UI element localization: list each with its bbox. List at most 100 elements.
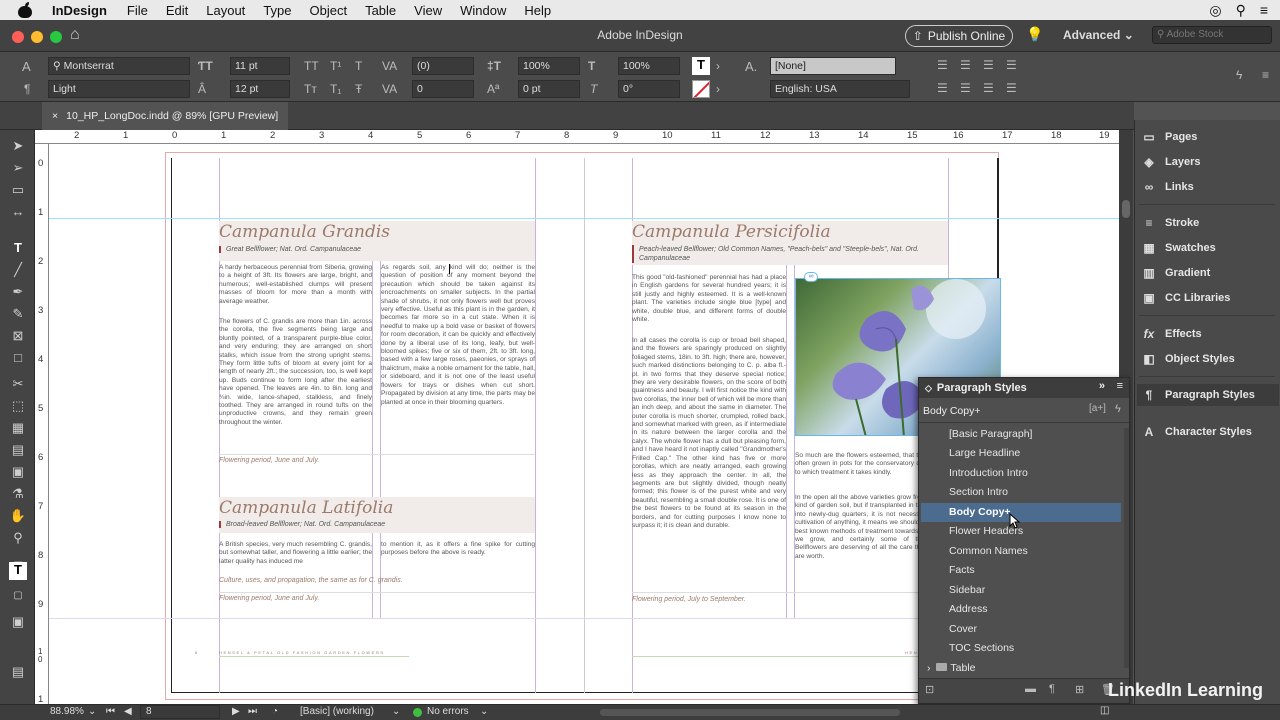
all-caps-icon[interactable]: TT [304, 59, 319, 73]
panel-paragraph-styles[interactable]: ¶ Paragraph Styles [1137, 384, 1279, 406]
menu-file[interactable]: File [127, 3, 148, 18]
vertical-ruler[interactable]: 0 1 2 3 4 5 6 7 8 9 1 0 1 [35, 144, 49, 705]
menu-view[interactable]: View [414, 3, 442, 18]
gradient-feather-tool-icon[interactable]: ▤ [9, 442, 27, 460]
menu-help[interactable]: Help [524, 3, 551, 18]
close-tab-icon[interactable]: × [52, 110, 58, 122]
justify-center-icon[interactable]: ☰ [960, 81, 971, 95]
style-sidebar[interactable]: Sidebar [921, 581, 1121, 600]
common-names[interactable]: Great Bellflower; Nat. Ord. Campanulacea… [219, 246, 519, 253]
clear-overrides-icon[interactable]: ¶ [1049, 683, 1055, 695]
selection-tool-icon[interactable]: ➤ [9, 138, 27, 156]
style-large-headline[interactable]: Large Headline [921, 444, 1121, 463]
panel-swatches[interactable]: ▦ Swatches [1141, 237, 1215, 259]
collapse-icon[interactable]: ◇ [925, 383, 932, 394]
style-group-table[interactable]: › Table [921, 659, 1121, 678]
body-text[interactable]: As regards soil, any kind will do; neith… [381, 264, 535, 440]
menu-object[interactable]: Object [310, 3, 348, 18]
last-page-icon[interactable]: ⏭ [248, 706, 257, 717]
style-introduction-intro[interactable]: Introduction Intro [921, 464, 1121, 483]
strikethrough-icon[interactable]: Ŧ [355, 82, 362, 96]
publish-online-button[interactable]: ⇧ Publish Online [905, 25, 1013, 47]
preflight-status-label[interactable]: No errors [427, 706, 469, 717]
eyedropper-tool-icon[interactable]: ⚗ [9, 486, 27, 504]
note-tool-icon[interactable]: ▣ [9, 464, 27, 482]
common-names[interactable]: Broad-leaved Bellflower; Nat. Ord. Campa… [219, 521, 519, 528]
flowering-period[interactable]: Flowering period, June and July. [219, 457, 319, 464]
common-names[interactable]: Peach-leaved Bellflower; Old Common Name… [632, 245, 942, 263]
gap-tool-icon[interactable]: ↔ [9, 204, 27, 222]
style-toc-sections[interactable]: TOC Sections [921, 639, 1121, 658]
document-tab[interactable]: × 10_HP_LongDoc.indd @ 89% [GPU Preview] [42, 102, 289, 130]
workspace-switcher[interactable]: Advanced ⌄ [1063, 28, 1134, 42]
panel-cc-libraries[interactable]: ▣ CC Libraries [1141, 287, 1230, 309]
style-common-names[interactable]: Common Names [921, 542, 1121, 561]
screen-mode-icon[interactable]: ▣ [9, 614, 27, 632]
body-text[interactable]: In all cases the corolla is cup or broad… [632, 337, 786, 581]
view-mode-icon[interactable]: ▤ [9, 664, 27, 682]
fill-stroke-icon[interactable]: T [9, 562, 27, 580]
zoom-level[interactable]: 88.98% [50, 706, 84, 717]
flowering-period[interactable]: Flowering period, June and July. [219, 595, 319, 602]
content-grabber-icon[interactable]: ∞ [804, 272, 818, 282]
quick-apply-icon[interactable]: ϟ [1115, 403, 1121, 415]
menu-table[interactable]: Table [365, 3, 396, 18]
menu-list-icon[interactable]: ≡ [1260, 2, 1268, 19]
paragraph-styles-panel-header[interactable]: ◇ Paragraph Styles » ≡ [919, 378, 1129, 398]
underline-icon[interactable]: T [355, 59, 362, 73]
character-style-field[interactable]: [None] [770, 57, 896, 75]
scroll-thumb[interactable] [1122, 200, 1130, 218]
gradient-swatch-tool-icon[interactable]: ▦ [9, 420, 27, 438]
apple-icon[interactable] [18, 2, 32, 18]
chevron-down-icon[interactable]: ⌄ [88, 706, 96, 717]
horizontal-ruler[interactable]: 2 1 0 1 2 3 4 5 6 7 8 9 10 11 12 13 14 1… [35, 130, 1119, 144]
align-justify-icon[interactable]: ☰ [1006, 58, 1017, 72]
stroke-none-icon[interactable] [692, 80, 710, 98]
menu-layout[interactable]: Layout [206, 3, 245, 18]
scissors-tool-icon[interactable]: ✂ [9, 376, 27, 394]
body-text[interactable]: A hardy herbaceous perennial from Siberi… [219, 264, 372, 306]
next-page-icon[interactable]: ▶ [232, 706, 240, 717]
style-section-intro[interactable]: Section Intro [921, 483, 1121, 502]
flowering-period[interactable]: Flowering period, July to September. [632, 596, 746, 603]
style-basic-paragraph[interactable]: [Basic Paragraph] [921, 425, 1121, 444]
align-right-icon[interactable]: ☰ [983, 58, 994, 72]
hand-tool-icon[interactable]: ✋ [9, 508, 27, 526]
baseline-shift-field[interactable]: 0 pt [518, 80, 580, 98]
new-style-icon[interactable]: ⊞ [1075, 683, 1084, 696]
body-text[interactable]: to mention it, as it offers a fine spike… [381, 541, 535, 559]
pen-tool-icon[interactable]: ✒ [9, 284, 27, 302]
rectangle-tool-icon[interactable]: □ [9, 350, 27, 368]
page-tool-icon[interactable]: ▭ [9, 182, 27, 200]
paragraph-mode-icon[interactable]: ¶ [24, 82, 30, 96]
text-fill-icon[interactable]: T [692, 57, 710, 75]
previous-page-icon[interactable]: ◀ [124, 706, 132, 717]
rectangle-frame-tool-icon[interactable]: ⊠ [9, 328, 27, 346]
horizontal-scrollbar[interactable] [600, 709, 900, 716]
language-field[interactable]: English: USA [770, 80, 910, 98]
disclosure-triangle-icon[interactable]: › [927, 662, 931, 674]
control-panel-menu-icon[interactable]: ≡ [1262, 68, 1269, 82]
justify-all-icon[interactable]: ☰ [1006, 81, 1017, 95]
culture-note[interactable]: Culture, uses, and propagation, the same… [219, 577, 403, 584]
style-cover[interactable]: Cover [921, 620, 1121, 639]
body-text[interactable]: A British species, very much resembling … [219, 541, 372, 567]
adobe-stock-search[interactable]: ⚲ Adobe Stock [1152, 26, 1272, 44]
panel-scrollbar[interactable] [1124, 428, 1129, 668]
flower-heading[interactable]: Campanula Persicifolia [632, 222, 831, 242]
subscript-icon[interactable]: T₁ [330, 82, 341, 96]
master-style-label[interactable]: [Basic] (working) [300, 706, 374, 717]
first-page-icon[interactable]: ⏮ [106, 706, 115, 717]
panel-stroke[interactable]: ≡ Stroke [1141, 212, 1199, 234]
tracking-field[interactable]: 0 [412, 80, 474, 98]
skew-field[interactable]: 0° [618, 80, 680, 98]
superscript-icon[interactable]: T¹ [330, 59, 341, 73]
menu-window[interactable]: Window [460, 3, 506, 18]
flower-heading[interactable]: Campanula Grandis [219, 222, 390, 242]
style-address[interactable]: Address [921, 600, 1121, 619]
creative-cloud-icon[interactable]: ◎ [1209, 2, 1221, 19]
panel-links[interactable]: ∞ Links [1141, 176, 1194, 198]
style-override-icon[interactable]: ⊡ [925, 683, 934, 696]
align-center-icon[interactable]: ☰ [960, 58, 971, 72]
formatting-container-icon[interactable]: ▢ [9, 590, 27, 608]
